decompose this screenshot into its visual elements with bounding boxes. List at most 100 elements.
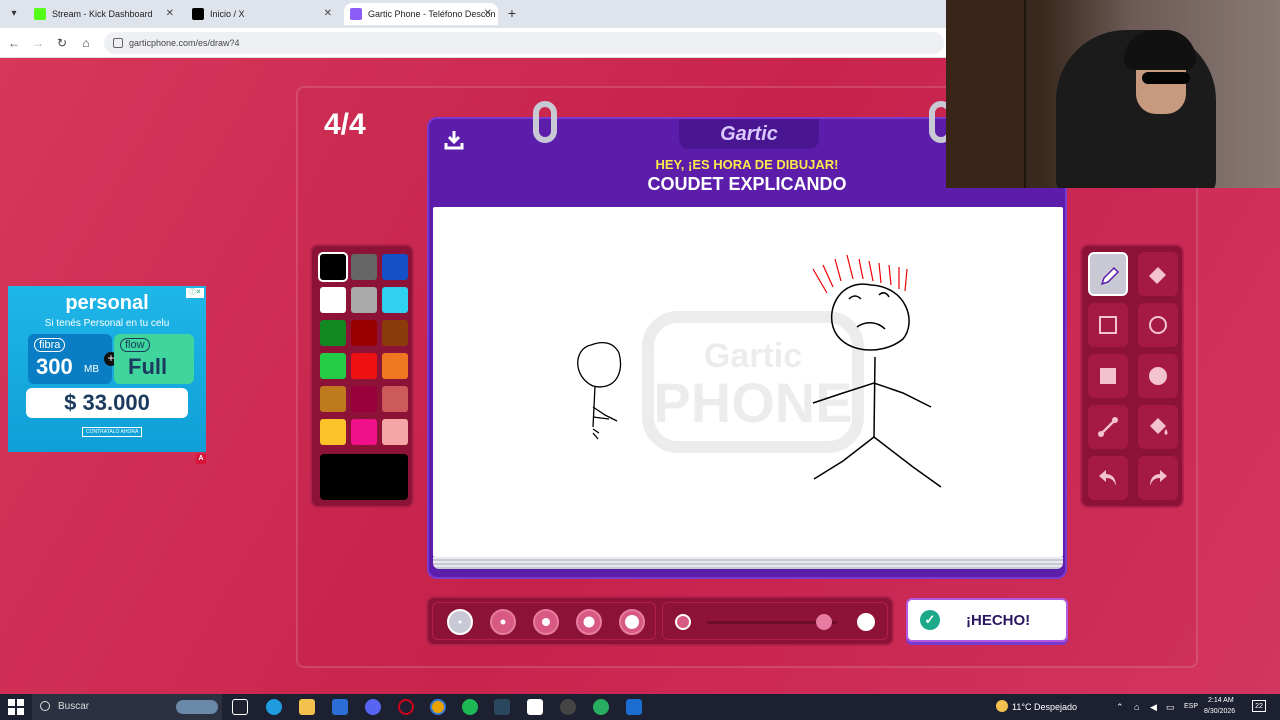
back-arrow-icon[interactable]: ← [6,35,22,51]
color-swatch[interactable] [320,419,346,445]
language-indicator[interactable]: ESP [1184,703,1198,710]
brush-size-5[interactable] [619,609,645,635]
color-swatch[interactable] [320,320,346,346]
current-color-preview [320,454,408,500]
download-icon[interactable] [443,129,465,151]
search-placeholder: Buscar [58,701,90,712]
color-swatch[interactable] [382,419,408,445]
undo-icon [1099,470,1116,486]
color-swatch[interactable] [320,386,346,412]
steam-client-icon[interactable] [626,699,642,715]
clock-date[interactable]: 8/30/2026 [1204,708,1235,715]
tray-volume-icon[interactable]: ◀ [1150,702,1157,713]
forward-arrow-icon[interactable]: → [30,35,46,51]
pencil-tool[interactable] [1088,252,1128,296]
tradingview-icon[interactable] [527,699,543,715]
ad-cta-button[interactable]: CONTRATALO AHORA [82,427,143,437]
eraser-tool[interactable] [1138,252,1178,296]
browser-tab-gartic[interactable]: Gartic Phone - Teléfono Descon ✕ [344,3,498,25]
search-highlight-shark-icon [176,700,218,714]
gartic-favicon-icon [350,8,362,20]
ad-corner-badge: A [196,454,206,464]
color-swatch[interactable] [351,287,377,313]
circle-outline-tool[interactable] [1138,303,1178,347]
pencil-icon [1100,266,1120,286]
undo-tool[interactable] [1088,456,1128,500]
personal-ad[interactable]: personal Si tenés Personal en tu celu fi… [8,286,206,452]
spotify-icon[interactable] [462,699,478,715]
chrome-icon[interactable] [430,699,446,715]
ad-tagline: Si tenés Personal en tu celu [44,318,170,329]
browser-tab-x[interactable]: Inicio / X ✕ [186,3,338,25]
windows-start-icon[interactable] [8,699,24,715]
close-tab-icon[interactable]: ✕ [324,3,332,25]
small-stick-figure [577,341,622,440]
clock-time[interactable]: 2:14 AM [1208,697,1234,704]
ad-offer-value: 300 [36,354,73,379]
color-swatch[interactable] [382,386,408,412]
drawing-canvas[interactable]: Gartic PHONE [433,207,1063,557]
webcam-door [946,0,1026,188]
bucket-icon [1150,418,1168,435]
canvas-watermark: Gartic PHONE [642,311,864,453]
redo-tool[interactable] [1138,456,1178,500]
opacity-slider-thumb[interactable] [816,614,832,630]
site-info-icon[interactable] [113,38,123,48]
reload-icon[interactable]: ↻ [54,35,70,51]
ad-offer-unit: MB [84,364,99,375]
notebook-page-edge [433,557,1063,569]
brush-size-1[interactable] [447,609,473,635]
brush-size-2[interactable] [490,609,516,635]
color-swatch[interactable] [320,287,346,313]
steam-icon[interactable] [494,699,510,715]
tray-battery-icon[interactable]: ▭ [1166,702,1175,713]
webcam-headphones [1124,30,1196,70]
ad-offer-value: Full [128,354,168,379]
size-dot [542,618,550,626]
bucket-tool[interactable] [1138,405,1178,449]
tray-chevron-icon[interactable]: ⌃ [1116,702,1124,713]
close-tab-icon[interactable]: ✕ [484,3,492,25]
browser-tab-kick[interactable]: Stream - Kick Dashboard ✕ [28,3,180,25]
ad-info-icon[interactable]: ⓘ✕ [186,288,204,298]
new-tab-icon[interactable]: + [504,6,520,22]
close-tab-icon[interactable]: ✕ [166,3,174,25]
red-hair-strokes [812,254,908,294]
tab-list-chevron-icon[interactable]: ▾ [6,6,22,22]
windows-taskbar: Buscar 11°C Despejado ⌃ ⌂ ◀ ▭ ESP 2:14 A… [0,694,1280,720]
brush-size-3[interactable] [533,609,559,635]
rectangle-fill-tool[interactable] [1088,354,1128,398]
color-swatch[interactable] [382,320,408,346]
discord-icon[interactable] [365,699,381,715]
edge-icon[interactable] [266,699,282,715]
color-swatch[interactable] [351,254,377,280]
notification-center[interactable]: 22 [1252,700,1266,712]
home-icon[interactable]: ⌂ [78,35,94,51]
moon-weather-icon [996,700,1008,712]
brush-size-group [432,602,656,640]
weather-text[interactable]: 11°C Despejado [1012,694,1077,720]
color-swatch[interactable] [382,353,408,379]
color-swatch[interactable] [351,353,377,379]
rectangle-outline-tool[interactable] [1088,303,1128,347]
obs-icon[interactable] [560,699,576,715]
task-view-icon[interactable] [232,699,248,715]
tray-network-icon[interactable]: ⌂ [1134,702,1139,712]
xbox-icon[interactable] [593,699,609,715]
brush-size-4[interactable] [576,609,602,635]
color-swatch[interactable] [351,320,377,346]
line-tool[interactable] [1088,405,1128,449]
color-swatch[interactable] [382,287,408,313]
color-swatch[interactable] [320,353,346,379]
color-swatch[interactable] [382,254,408,280]
file-explorer-icon[interactable] [299,699,315,715]
taskbar-search[interactable]: Buscar [32,694,222,720]
done-button[interactable]: ✓ ¡HECHO! [906,598,1068,642]
color-swatch[interactable] [318,252,348,282]
url-bar[interactable]: garticphone.com/es/draw?4 [104,32,944,54]
store-icon[interactable] [332,699,348,715]
color-swatch[interactable] [351,419,377,445]
circle-fill-tool[interactable] [1138,354,1178,398]
color-swatch[interactable] [351,386,377,412]
opera-icon[interactable] [398,699,414,715]
